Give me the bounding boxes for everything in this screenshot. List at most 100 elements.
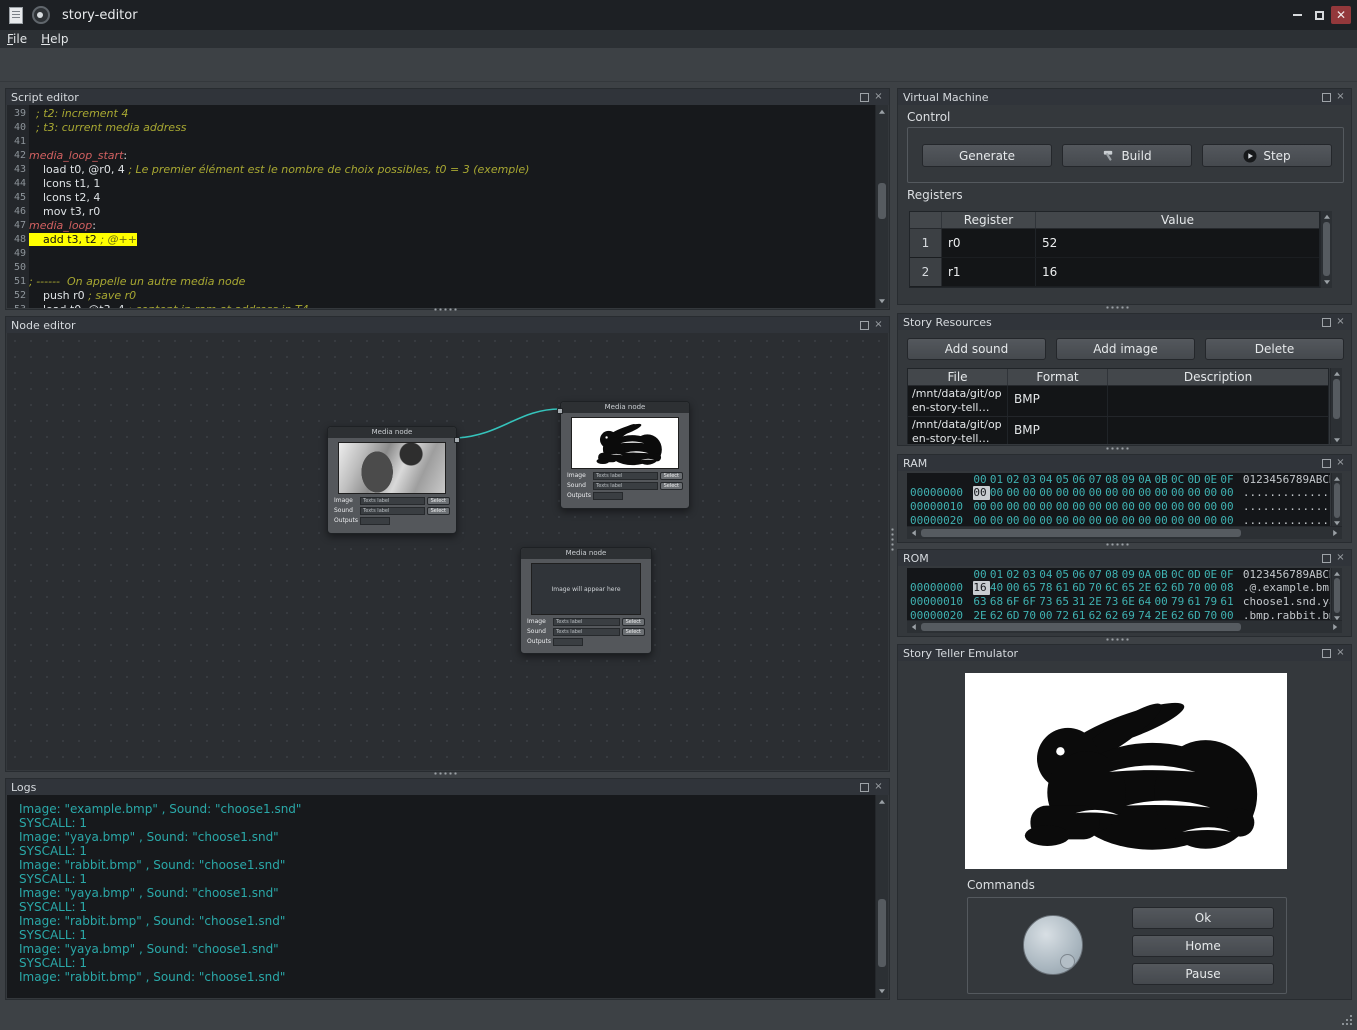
node-title[interactable]: Media node [521,548,651,559]
hex-byte[interactable]: 6C [1105,581,1121,595]
hex-byte[interactable]: 00 [1171,500,1187,514]
scrollbar-thumb[interactable] [1333,379,1340,419]
code-line[interactable]: ; t3: current media address [29,121,875,135]
hex-byte[interactable]: 00 [1220,500,1236,514]
code-line[interactable]: ; ------ On appelle un autre media node [29,275,875,289]
image-value-box[interactable]: Texts label [593,472,658,480]
float-panel-icon[interactable] [860,93,869,102]
description-cell[interactable] [1108,417,1328,444]
splitter-handle[interactable] [433,772,459,775]
hex-byte[interactable]: 00 [1155,500,1171,514]
hex-byte[interactable]: 2E [1089,595,1105,609]
hex-byte[interactable]: 00 [1006,581,1022,595]
sound-select-button[interactable]: Select [427,507,450,515]
register-name-cell[interactable]: r1 [942,258,1036,286]
sound-select-button[interactable]: Select [622,628,645,636]
scrollbar-thumb[interactable] [878,183,886,219]
file-cell[interactable]: /mnt/data/git/open-story-tell… [908,386,1008,416]
hex-byte[interactable]: 08 [1220,581,1236,595]
registers-table[interactable]: Register Value 1r0522r116 [909,211,1320,288]
hex-byte[interactable]: 00 [1171,486,1187,500]
hex-byte[interactable]: 00 [1056,500,1072,514]
hex-byte[interactable]: 00 [973,500,989,514]
splitter-handle[interactable] [433,308,459,311]
float-panel-icon[interactable] [1322,459,1331,468]
image-select-button[interactable]: Select [427,497,450,505]
code-line[interactable]: lcons t2, 4 [29,191,875,205]
node-connection-wire[interactable] [7,333,888,770]
close-panel-icon[interactable]: × [1335,92,1346,103]
hex-byte[interactable]: 78 [1039,581,1055,595]
register-name-cell[interactable]: r0 [942,229,1036,257]
scroll-up-arrow[interactable] [1321,211,1332,221]
image-value-box[interactable]: Texts label [360,497,425,505]
home-button[interactable]: Home [1132,935,1274,957]
hex-row[interactable]: 0000001063686F6F7365312E736E640079617961… [907,595,1330,609]
menu-file[interactable]: File [0,31,34,47]
hex-byte[interactable]: 00 [1105,486,1121,500]
rom-panel-header[interactable]: ROM × [898,550,1351,566]
resources-panel-header[interactable]: Story Resources × [898,314,1351,330]
ram-hex-view[interactable]: 000102030405060708090A0B0C0D0E0F01234567… [907,473,1330,528]
code-line[interactable]: ; t2: increment 4 [29,107,875,121]
file-cell[interactable]: /mnt/data/git/open-story-tell… [908,417,1008,444]
register-value-cell[interactable]: 52 [1036,229,1319,257]
hex-byte[interactable]: 00 [1023,500,1039,514]
hex-byte[interactable]: 79 [1204,595,1220,609]
hex-byte[interactable]: 00 [1039,500,1055,514]
hex-byte[interactable]: 00 [1089,486,1105,500]
hex-byte[interactable]: 70 [1187,581,1203,595]
code-line[interactable]: push r0 ; save r0 [29,289,875,303]
file-column-header[interactable]: File [908,369,1008,385]
resources-scrollbar[interactable] [1330,368,1342,444]
input-port[interactable] [557,408,563,414]
minimize-button[interactable] [1287,6,1307,24]
outputs-value-box[interactable] [593,492,623,500]
script-scrollbar[interactable] [875,105,888,308]
float-panel-icon[interactable] [860,783,869,792]
delete-button[interactable]: Delete [1205,338,1344,360]
splitter-handle[interactable] [1105,306,1131,309]
hex-row[interactable]: 0000001000000000000000000000000000000000… [907,500,1330,514]
hex-row[interactable]: 000000001640006578616D706C652E626D700008… [907,581,1330,595]
register-row[interactable]: 2r116 [910,258,1319,287]
emulator-panel-header[interactable]: Story Teller Emulator × [898,645,1351,661]
hex-byte[interactable]: 16 [973,581,989,595]
rotary-knob[interactable] [1023,915,1083,975]
scroll-up-arrow[interactable] [1331,368,1342,378]
hex-byte[interactable]: 61 [1056,581,1072,595]
hex-byte[interactable]: 31 [1072,595,1088,609]
resource-row[interactable]: /mnt/data/git/open-story-tell…BMP [908,417,1328,444]
scroll-down-arrow[interactable] [1321,278,1332,288]
splitter-handle[interactable] [1105,543,1131,546]
close-panel-icon[interactable]: × [873,92,884,103]
hex-byte[interactable]: 00 [1155,486,1171,500]
hex-byte[interactable]: 6D [1072,581,1088,595]
scrollbar-thumb[interactable] [921,623,1241,631]
description-cell[interactable] [1108,386,1328,416]
close-panel-icon[interactable]: × [873,320,884,331]
code-line[interactable] [29,261,875,275]
scrollbar-thumb[interactable] [1334,483,1340,518]
scroll-right-arrow[interactable] [1330,621,1342,633]
close-panel-icon[interactable]: × [1335,317,1346,328]
hex-byte[interactable]: 6F [1023,595,1039,609]
hex-byte[interactable]: 00 [1039,486,1055,500]
float-panel-icon[interactable] [1322,93,1331,102]
format-column-header[interactable]: Format [1008,369,1108,385]
hex-byte[interactable]: 62 [1155,581,1171,595]
format-cell[interactable]: BMP [1008,386,1108,416]
float-panel-icon[interactable] [1322,318,1331,327]
hex-byte[interactable]: 6D [1171,581,1187,595]
hex-byte[interactable]: 6E [1122,595,1138,609]
hex-byte[interactable]: 00 [1105,500,1121,514]
hex-byte[interactable]: 00 [1006,486,1022,500]
hex-byte[interactable]: 00 [990,486,1006,500]
ok-button[interactable]: Ok [1132,907,1274,929]
logs-scrollbar[interactable] [875,795,888,998]
hex-byte[interactable]: 73 [1105,595,1121,609]
sound-value-box[interactable]: Texts label [553,628,620,636]
scroll-down-arrow[interactable] [876,296,888,308]
hex-byte[interactable]: 00 [1187,486,1203,500]
generate-button[interactable]: Generate [922,144,1052,167]
